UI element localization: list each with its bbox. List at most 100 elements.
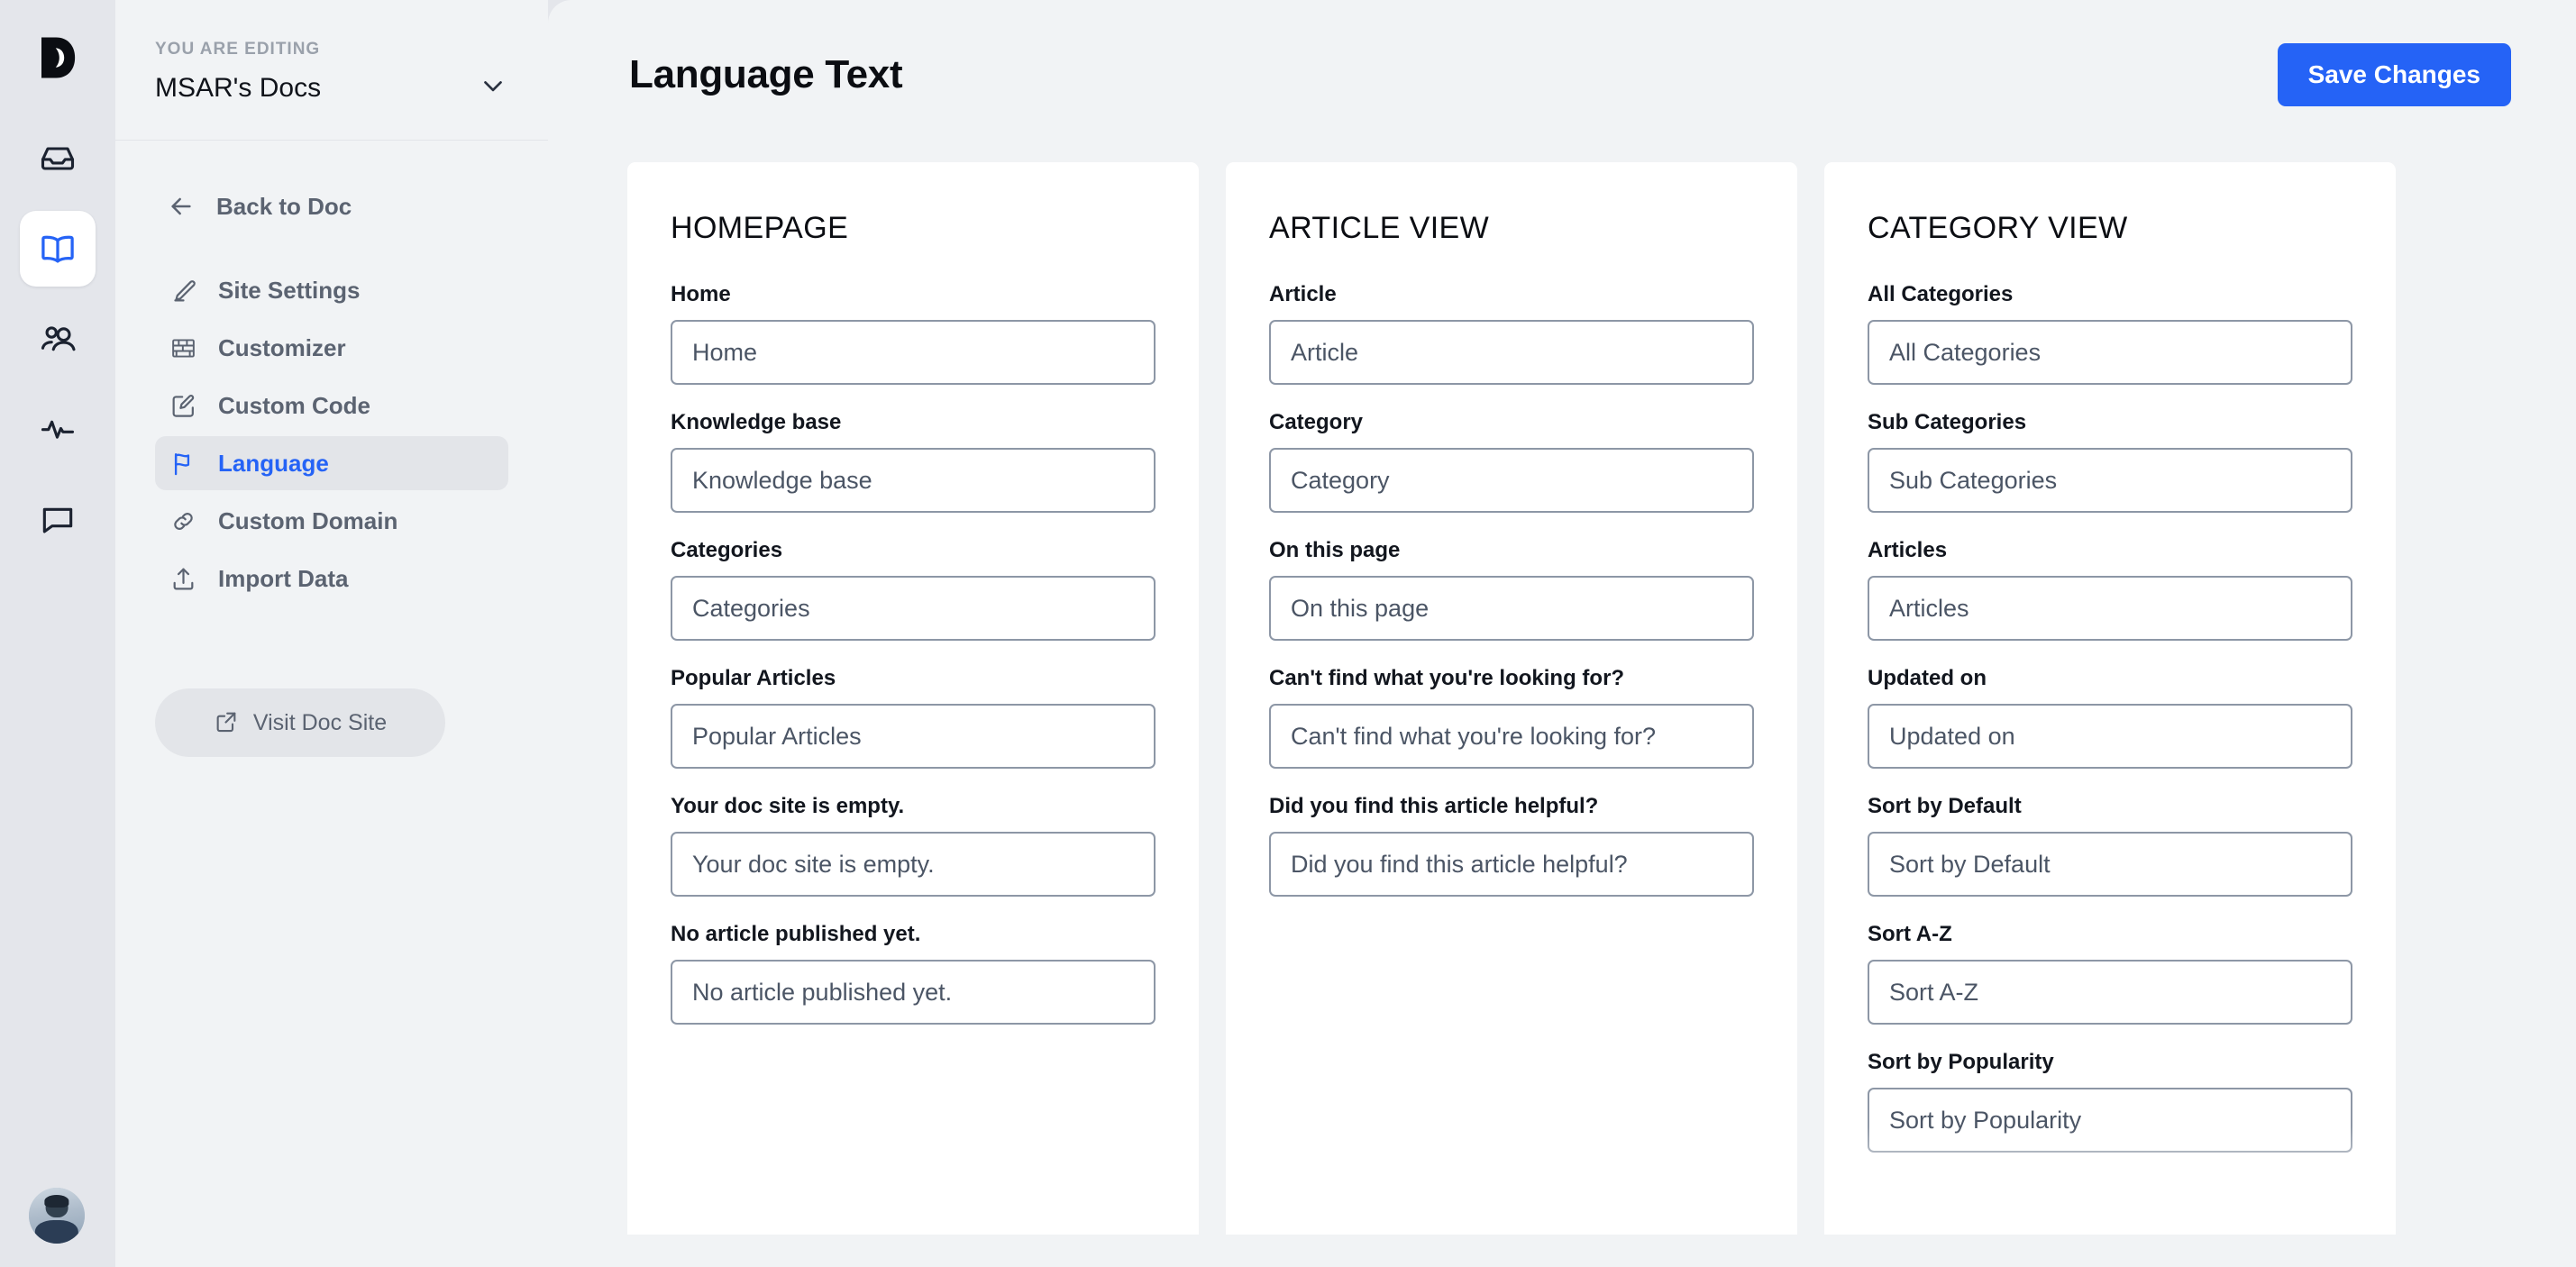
sidebar-item-language[interactable]: Language <box>155 436 508 490</box>
chat-bubble-icon <box>38 499 78 539</box>
card-title: HOMEPAGE <box>671 211 849 245</box>
language-field: Articles <box>1868 538 2352 641</box>
square-pencil-icon <box>168 390 198 421</box>
field-input[interactable] <box>1269 448 1754 513</box>
field-input[interactable] <box>1868 320 2352 385</box>
field-label: Knowledge base <box>671 410 842 434</box>
field-label: Your doc site is empty. <box>671 794 905 818</box>
sidebar-item-label: Custom Domain <box>218 506 398 534</box>
arrow-left-icon <box>166 191 196 222</box>
icon-rail <box>0 0 115 1267</box>
field-input[interactable] <box>1868 704 2352 769</box>
back-to-doc-label: Back to Doc <box>216 192 352 220</box>
external-link-icon <box>214 709 239 737</box>
field-input[interactable] <box>671 832 1156 897</box>
rail-item-chat[interactable] <box>20 481 96 557</box>
page-title: Language Text <box>629 52 903 96</box>
field-label: Articles <box>1868 538 1948 562</box>
card-title: ARTICLE VIEW <box>1269 211 1490 245</box>
language-field: Popular Articles <box>671 666 1156 769</box>
bricks-icon <box>168 333 198 363</box>
sidebar-item-import-data[interactable]: Import Data <box>155 551 508 606</box>
app-logo[interactable] <box>0 0 115 115</box>
chevron-down-icon[interactable] <box>478 70 508 105</box>
language-card: CATEGORY VIEW All Categories Sub Categorie… <box>1824 162 2396 1235</box>
field-input[interactable] <box>1868 832 2352 897</box>
field-input[interactable] <box>1868 448 2352 513</box>
field-input[interactable] <box>1269 704 1754 769</box>
field-label: Sort by Popularity <box>1868 1050 2054 1074</box>
rail-item-contacts[interactable] <box>20 301 96 377</box>
sidebar-item-customizer[interactable]: Customizer <box>155 321 508 375</box>
language-field: Did you find this article helpful? <box>1269 794 1754 897</box>
language-field: Your doc site is empty. <box>671 794 1156 897</box>
app-root: YOU ARE EDITING MSAR's Docs Back to Doc <box>0 0 2576 1267</box>
field-input[interactable] <box>671 704 1156 769</box>
language-field: Can't find what you're looking for? <box>1269 666 1754 769</box>
sidebar-item-custom-domain[interactable]: Custom Domain <box>155 494 508 548</box>
page-header: Language Text Save Changes <box>548 0 2576 106</box>
field-label: Sort A-Z <box>1868 922 1952 946</box>
back-to-doc-button[interactable]: Back to Doc <box>155 182 508 231</box>
language-field: Category <box>1269 410 1754 513</box>
field-input[interactable] <box>671 576 1156 641</box>
workspace-switcher[interactable]: MSAR's Docs <box>155 70 512 105</box>
field-input[interactable] <box>1868 576 2352 641</box>
rail-item-list <box>20 121 96 557</box>
rail-item-inbox[interactable] <box>20 121 96 196</box>
flag-icon <box>168 448 198 479</box>
field-label: All Categories <box>1868 282 2014 306</box>
field-input[interactable] <box>1269 832 1754 897</box>
language-field: Knowledge base <box>671 410 1156 513</box>
language-field: Updated on <box>1868 666 2352 769</box>
editing-eyebrow: YOU ARE EDITING <box>155 40 321 59</box>
field-input[interactable] <box>1868 1088 2352 1153</box>
field-label: Sub Categories <box>1868 410 2027 434</box>
sidebar-item-label: Customizer <box>218 333 346 361</box>
field-label: Did you find this article helpful? <box>1269 794 1599 818</box>
rail-item-activity[interactable] <box>20 391 96 467</box>
rail-item-docs[interactable] <box>20 211 96 287</box>
save-changes-button[interactable]: Save Changes <box>2277 43 2511 106</box>
language-field: No article published yet. <box>671 922 1156 1025</box>
field-input[interactable] <box>1269 320 1754 385</box>
language-field: All Categories <box>1868 282 2352 385</box>
field-label: Categories <box>671 538 783 562</box>
language-field: Categories <box>671 538 1156 641</box>
sidebar-item-label: Custom Code <box>218 391 370 419</box>
upload-icon <box>168 563 198 594</box>
settings-nav: Site Settings Customizer Custom Code Lan… <box>155 263 508 606</box>
language-card: HOMEPAGE Home Knowledge base Categories Popu… <box>627 162 1199 1235</box>
language-field: Home <box>671 282 1156 385</box>
field-label: Popular Articles <box>671 666 836 690</box>
book-open-icon <box>37 228 78 269</box>
field-label: Sort by Default <box>1868 794 2022 818</box>
avatar[interactable] <box>29 1188 85 1244</box>
activity-pulse-icon <box>38 409 78 449</box>
field-input[interactable] <box>671 320 1156 385</box>
language-field: Sort by Default <box>1868 794 2352 897</box>
card-title: CATEGORY VIEW <box>1868 211 2128 245</box>
field-input[interactable] <box>671 960 1156 1025</box>
sidebar-item-custom-code[interactable]: Custom Code <box>155 378 508 433</box>
doctor-d-logo-icon <box>41 37 76 78</box>
settings-sidebar: YOU ARE EDITING MSAR's Docs Back to Doc <box>115 0 548 1267</box>
language-field: On this page <box>1269 538 1754 641</box>
visit-doc-site-label: Visit Doc Site <box>252 709 388 735</box>
link-icon <box>168 506 198 536</box>
workspace-header: YOU ARE EDITING MSAR's Docs <box>115 0 548 140</box>
sidebar-item-label: Site Settings <box>218 276 361 304</box>
visit-doc-site-button[interactable]: Visit Doc Site <box>155 688 445 757</box>
field-label: Updated on <box>1868 666 1987 690</box>
field-input[interactable] <box>1269 576 1754 641</box>
sidebar-item-site-settings[interactable]: Site Settings <box>155 263 508 317</box>
field-label: Home <box>671 282 731 306</box>
field-label: Can't find what you're looking for? <box>1269 666 1625 690</box>
field-input[interactable] <box>1868 960 2352 1025</box>
language-field: Sort by Popularity <box>1868 1050 2352 1153</box>
pencil-icon <box>168 275 198 305</box>
field-label: Article <box>1269 282 1337 306</box>
inbox-icon <box>38 139 78 178</box>
field-input[interactable] <box>671 448 1156 513</box>
language-cards: HOMEPAGE Home Knowledge base Categories Popu… <box>548 162 2576 1235</box>
